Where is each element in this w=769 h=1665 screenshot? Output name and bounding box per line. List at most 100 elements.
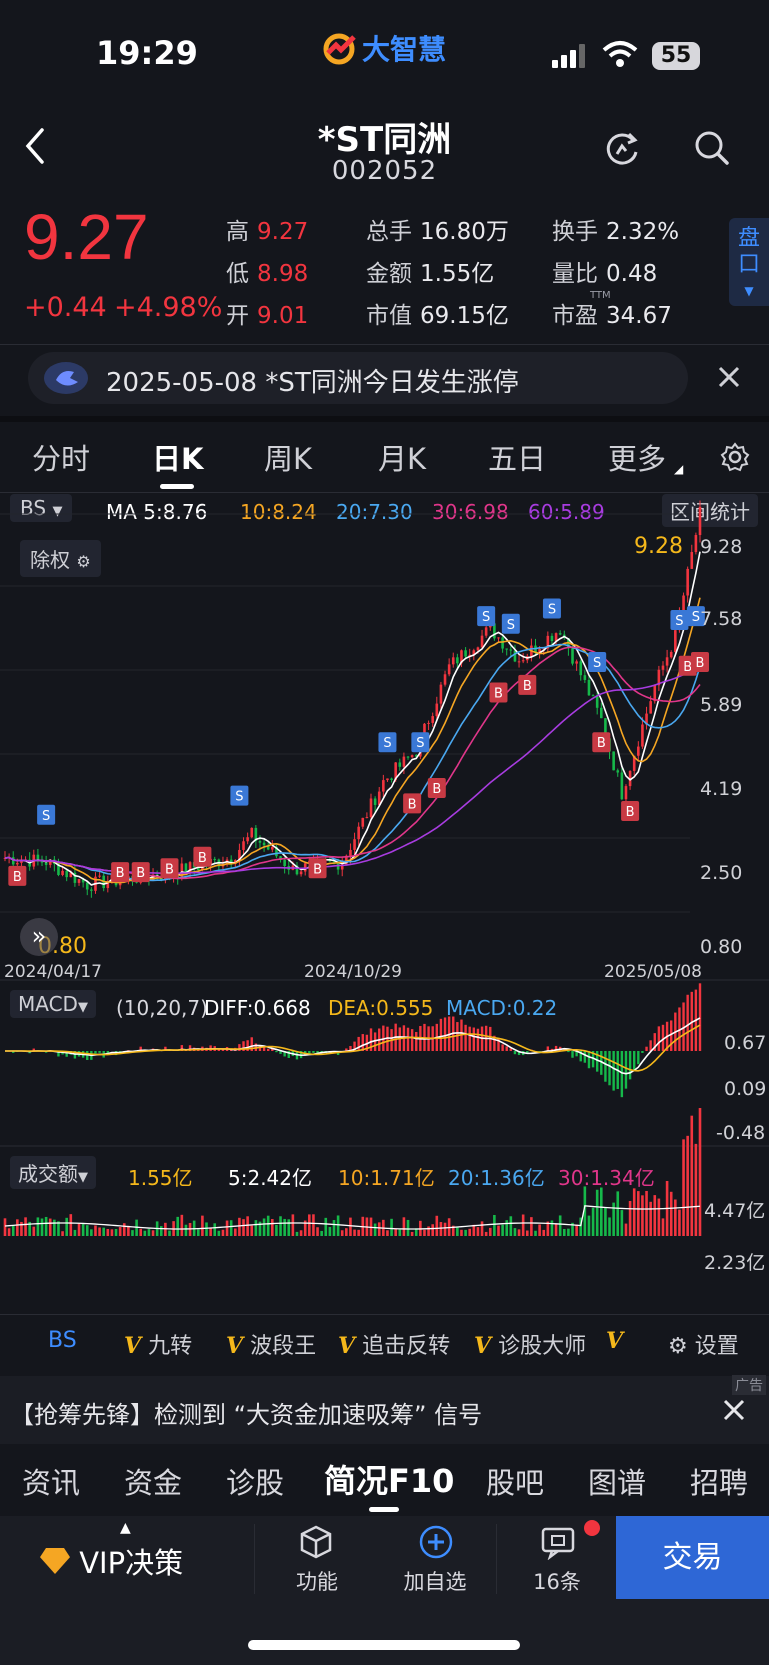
candle-body xyxy=(624,786,628,800)
macd-bar xyxy=(587,1051,591,1069)
tab-intraday[interactable]: 分时 xyxy=(32,436,90,478)
cube-icon xyxy=(298,1524,334,1564)
volume-bar xyxy=(36,1217,40,1236)
volume-bar xyxy=(567,1228,570,1236)
volume-bar xyxy=(694,1143,698,1236)
refresh-icon[interactable] xyxy=(603,130,641,168)
volume-bar xyxy=(653,1195,657,1236)
macd-selector[interactable]: MACD▼ xyxy=(10,990,96,1018)
diamond-icon xyxy=(40,1548,70,1574)
tab-forum[interactable]: 股吧 xyxy=(486,1460,544,1502)
pankou-button[interactable]: 盘口 ▼ xyxy=(729,218,769,306)
trade-button[interactable]: 交易 xyxy=(616,1516,769,1599)
gear-icon: ⚙ xyxy=(76,552,91,571)
candle-body xyxy=(665,657,669,666)
volume-bar xyxy=(678,1209,681,1236)
macd-bar xyxy=(628,1051,632,1080)
expand-chevron-icon[interactable]: » xyxy=(20,918,58,956)
volume-bar xyxy=(460,1229,463,1236)
messages-button[interactable]: 16条 xyxy=(512,1566,602,1596)
exright-button[interactable]: 除权 ⚙ xyxy=(20,540,101,577)
v-icon: V xyxy=(124,1333,142,1359)
volume-bar xyxy=(686,1135,689,1236)
volume-selector[interactable]: 成交额▼ xyxy=(10,1156,96,1189)
tab-monthly-k[interactable]: 月K xyxy=(378,436,426,478)
volume-bar xyxy=(550,1220,554,1236)
indicator-bs[interactable]: BS xyxy=(48,1328,77,1353)
volume-bar xyxy=(291,1214,295,1236)
active-tab-indicator xyxy=(160,484,194,489)
tab-graph[interactable]: 图谱 xyxy=(588,1460,646,1502)
candle-body xyxy=(36,854,40,860)
volume-bar xyxy=(480,1221,484,1236)
volume-bar xyxy=(604,1207,607,1236)
vip-decision-button[interactable]: VIP决策 xyxy=(40,1540,183,1582)
add-watchlist-button[interactable]: 加自选 xyxy=(390,1566,480,1596)
candle-body xyxy=(554,633,558,642)
ad-tag: 广告 xyxy=(732,1375,766,1395)
close-icon[interactable] xyxy=(716,364,742,390)
candle-body xyxy=(464,650,467,657)
indicator-settings[interactable]: ⚙ 设置 xyxy=(668,1328,739,1360)
tab-f10[interactable]: 简况F10 xyxy=(324,1456,454,1502)
volume-bar xyxy=(373,1223,377,1236)
volume-bar xyxy=(106,1229,110,1236)
volume-bar xyxy=(394,1229,397,1236)
candle-body xyxy=(669,651,673,658)
indicator-zhuiji[interactable]: V 追击反转 xyxy=(338,1328,450,1360)
volume-bar xyxy=(562,1228,566,1236)
volume-bar xyxy=(476,1227,480,1236)
volume-bar xyxy=(254,1220,258,1236)
volume-bar xyxy=(266,1215,270,1236)
indicator-zhengu[interactable]: V 诊股大师 xyxy=(474,1328,586,1360)
candle-body xyxy=(373,798,377,805)
volume-bar xyxy=(340,1230,344,1236)
tab-five-day[interactable]: 五日 xyxy=(488,436,546,478)
candle-body xyxy=(690,552,694,569)
quote-turnover: 换手 2.32% xyxy=(552,219,680,245)
search-icon[interactable] xyxy=(694,130,730,166)
candle-body xyxy=(213,858,217,860)
candle-body xyxy=(686,568,689,596)
candle-body xyxy=(77,879,81,883)
volume-bar xyxy=(530,1217,533,1236)
volume-bar xyxy=(538,1224,541,1236)
volume-bar xyxy=(542,1229,546,1236)
candle-body xyxy=(44,862,48,865)
close-icon[interactable] xyxy=(722,1398,746,1422)
marker-label: B xyxy=(136,866,145,881)
volume-bar xyxy=(271,1219,274,1236)
volume-bar xyxy=(159,1226,163,1236)
tab-daily-k[interactable]: 日K xyxy=(152,436,203,478)
tab-weekly-k[interactable]: 周K xyxy=(264,436,312,478)
candle-body xyxy=(365,817,369,819)
candle-body xyxy=(402,756,406,767)
function-button[interactable]: 功能 xyxy=(272,1566,362,1596)
marker-label: B xyxy=(313,862,322,877)
kline-max-label: 9.28 xyxy=(634,534,683,559)
volume-bar xyxy=(554,1224,558,1236)
active-tab-indicator xyxy=(369,1507,399,1512)
kline-chart[interactable]: SB B B BBSBSBSBSSBBSSBBS SB B xyxy=(0,496,769,1316)
tab-more[interactable]: 更多 xyxy=(608,436,666,478)
volume-bar xyxy=(176,1216,180,1236)
volume-bar xyxy=(628,1200,632,1236)
tab-diagnosis[interactable]: 诊股 xyxy=(226,1460,284,1502)
volume-bar xyxy=(73,1229,77,1236)
marker-label: S xyxy=(593,656,601,671)
volume-ma-line xyxy=(4,1205,701,1230)
indicator-jiuzhuan[interactable]: V 九转 xyxy=(124,1328,192,1360)
tab-news[interactable]: 资讯 xyxy=(22,1460,80,1502)
tab-jobs[interactable]: 招聘 xyxy=(690,1460,748,1502)
indicator-boduanwang[interactable]: V 波段王 xyxy=(226,1328,316,1360)
candle-body xyxy=(382,780,385,792)
volume-bar xyxy=(77,1223,81,1236)
volume-bar xyxy=(649,1201,652,1236)
volume-bar xyxy=(118,1227,122,1236)
tab-capital[interactable]: 资金 xyxy=(124,1460,182,1502)
marker-label: B xyxy=(13,870,22,885)
notice-text: 2025-05-08 *ST同洲今日发生涨停 xyxy=(106,368,519,398)
gear-icon[interactable] xyxy=(720,442,750,472)
volume-bar xyxy=(674,1199,677,1236)
candle-body xyxy=(509,649,513,651)
